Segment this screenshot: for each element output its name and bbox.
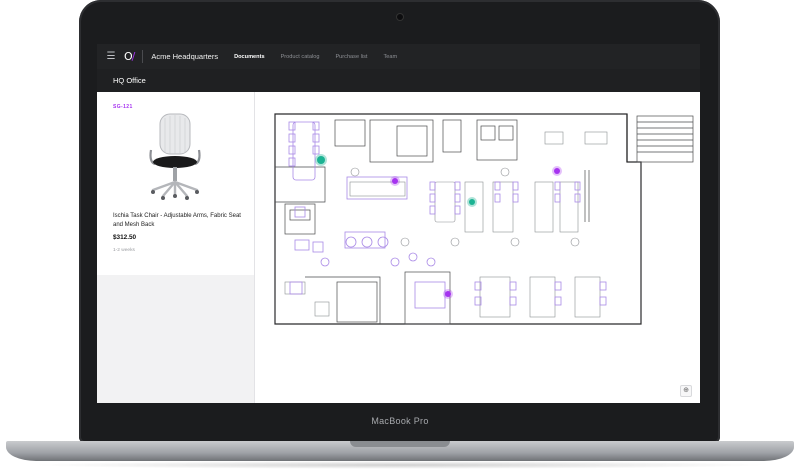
nav-divider — [142, 50, 144, 63]
top-nav: ☰ O/ Acme Headquarters Documents Product… — [97, 44, 700, 69]
floor-plan[interactable] — [255, 92, 700, 403]
product-name: Ischia Task Chair - Adjustable Arms, Fab… — [113, 213, 241, 228]
tab-documents[interactable]: Documents — [234, 54, 264, 60]
zoom-in-icon[interactable]: ⊕ — [680, 385, 692, 397]
floor-plan-panel[interactable]: ⊕ — [254, 92, 700, 403]
product-lead-time: 1-2 weeks — [113, 248, 135, 253]
laptop-shadow — [30, 461, 770, 469]
org-name[interactable]: Acme Headquarters — [151, 52, 218, 61]
laptop-mockup: ☰ O/ Acme Headquarters Documents Product… — [0, 0, 800, 473]
webcam-icon — [397, 14, 403, 20]
menu-icon[interactable]: ☰ — [100, 51, 122, 62]
product-card[interactable]: SG-121 Ischia Task Chair - Adjustable Ar… — [97, 92, 254, 275]
app-screen: ☰ O/ Acme Headquarters Documents Product… — [97, 44, 700, 403]
device-label: MacBook Pro — [371, 416, 429, 426]
page-title: HQ Office — [97, 69, 700, 92]
tab-product-catalog[interactable]: Product catalog — [281, 54, 320, 60]
task-chair-image — [149, 113, 201, 200]
tab-purchase-list[interactable]: Purchase list — [335, 54, 367, 60]
product-sku: SG-121 — [113, 104, 133, 110]
product-price: $312.50 — [113, 234, 137, 241]
tab-team[interactable]: Team — [383, 54, 397, 60]
app-logo[interactable]: O/ — [124, 50, 135, 63]
product-sidebar: SG-121 Ischia Task Chair - Adjustable Ar… — [97, 92, 254, 403]
laptop-notch — [350, 441, 450, 447]
